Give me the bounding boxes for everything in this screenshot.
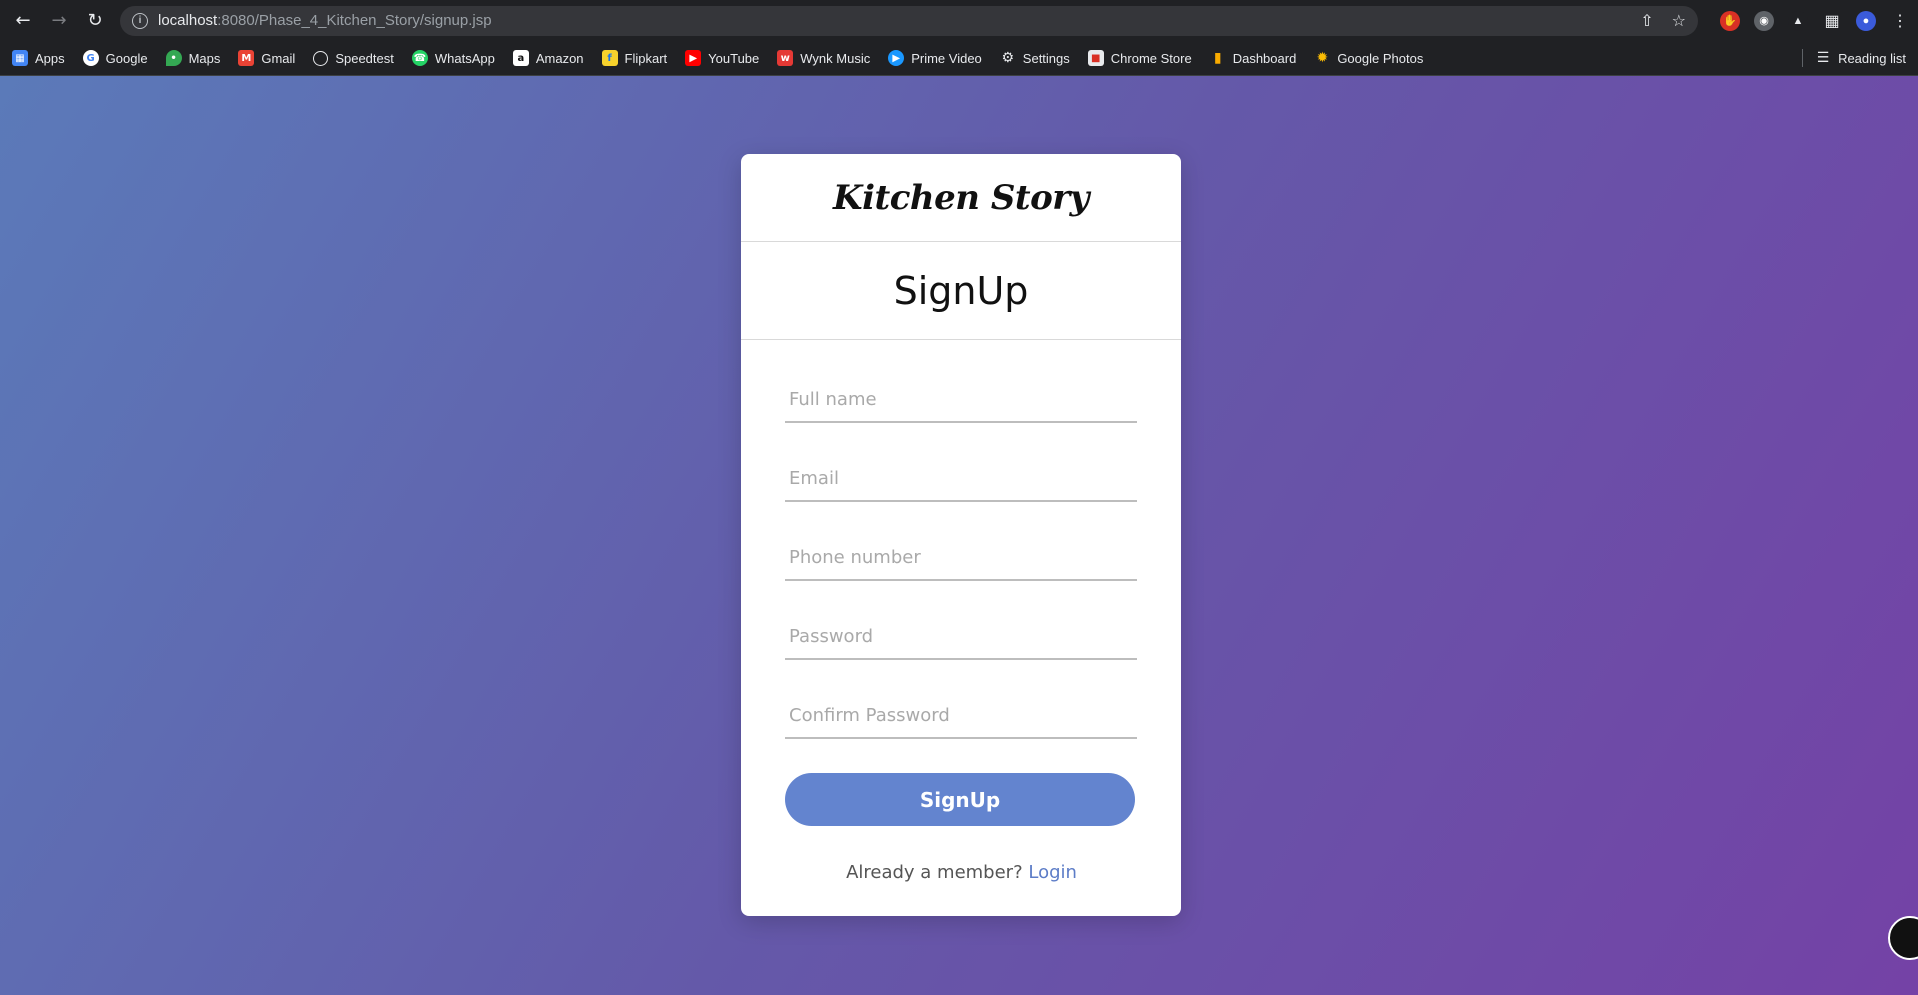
phone-field-wrapper [785,526,1138,605]
signup-button[interactable]: SignUp [785,773,1135,826]
password-field-wrapper [785,605,1138,684]
login-link[interactable]: Login [1028,862,1077,883]
extension-owl-icon[interactable]: ◉ [1754,10,1774,31]
whatsapp-icon: ☎ [411,50,428,66]
address-bar[interactable]: i localhost:8080/Phase_4_Kitchen_Story/s… [120,5,1698,36]
extensions-puzzle-icon[interactable]: ▦ [1822,11,1842,31]
full-name-input[interactable] [785,378,1137,423]
email-input[interactable] [785,457,1137,502]
bookmark-whatsapp[interactable]: ☎ WhatsApp [411,50,495,66]
brand-logo: Kitchen Story [833,177,1089,218]
bookmark-apps[interactable]: ▦ Apps [12,50,65,66]
bookmark-label: Settings [1022,50,1070,66]
phone-number-input[interactable] [785,536,1137,581]
login-prompt-text: Already a member? [846,862,1029,883]
bookmark-label: Google Photos [1337,50,1424,66]
confirm-password-input[interactable] [785,694,1137,739]
bookmark-label: Dashboard [1232,50,1297,66]
bookmarks-divider [1802,49,1804,67]
bookmark-label: Apps [35,50,65,66]
reload-icon[interactable]: ↻ [80,6,110,36]
bookmark-speedtest[interactable]: Speedtest [313,50,394,66]
signup-card: Kitchen Story SignUp SignUp Already a [741,154,1181,916]
bookmark-label: YouTube [708,50,760,66]
bookmarks-bar: ▦ Apps G Google • Maps M Gmail Speedtest ☎ Wh… [0,41,1918,76]
bookmark-prime-video[interactable]: ▶ Prime Video [888,50,982,66]
page-background: Kitchen Story SignUp SignUp Already a [0,76,1918,995]
speedtest-icon [313,50,329,66]
prime-video-icon: ▶ [888,50,905,66]
forward-arrow-icon[interactable]: → [44,6,74,36]
flipkart-icon: f [601,50,618,66]
bookmark-star-icon[interactable]: ☆ [1672,11,1686,30]
bookmark-label: Wynk Music [800,50,871,66]
reading-list-button[interactable]: ☰ Reading list [1815,50,1906,66]
google-photos-icon: ✹ [1316,50,1329,66]
share-icon[interactable]: ⇧ [1640,11,1653,30]
bookmark-google[interactable]: G Google [82,50,148,66]
bookmark-label: Maps [188,50,221,66]
back-arrow-icon[interactable]: ← [8,6,38,36]
page-title: SignUp [893,268,1029,313]
bookmark-settings[interactable]: ⚙ Settings [1000,50,1070,66]
site-info-icon[interactable]: i [132,12,148,29]
menu-kebab-icon[interactable]: ⋮ [1890,11,1910,31]
bookmark-label: Prime Video [911,50,982,66]
bookmark-label: Chrome Store [1110,50,1192,66]
title-header: SignUp [741,242,1181,340]
browser-toolbar: ← → ↻ i localhost:8080/Phase_4_Kitchen_S… [0,0,1918,41]
bookmark-amazon[interactable]: a Amazon [512,50,584,66]
floating-action-button[interactable] [1888,916,1918,960]
dashboard-icon: ▮ [1213,50,1222,66]
brand-header: Kitchen Story [741,154,1181,242]
full-name-field-wrapper [785,368,1138,447]
gmail-icon: M [238,50,255,66]
amazon-icon: a [512,50,529,66]
url-host: localhost [158,12,218,29]
bookmark-label: Speedtest [335,50,394,66]
bookmark-label: Google [105,50,148,66]
profile-avatar[interactable]: ● [1856,10,1876,31]
bookmark-gmail[interactable]: M Gmail [238,50,295,66]
extension-adblock-icon[interactable]: ✋ [1720,10,1740,31]
maps-icon: • [165,50,182,66]
bookmark-youtube[interactable]: ▶ YouTube [685,50,759,66]
gear-icon: ⚙ [1001,50,1015,66]
youtube-icon: ▶ [685,50,702,66]
url-text[interactable]: localhost:8080/Phase_4_Kitchen_Story/sig… [158,12,1622,29]
bookmark-label: WhatsApp [434,50,495,66]
apps-grid-icon: ▦ [12,50,28,66]
chrome-store-icon: ■ [1087,50,1104,66]
reading-list-icon: ☰ [1816,50,1830,66]
bookmark-label: Flipkart [624,50,668,66]
bookmark-google-photos[interactable]: ✹ Google Photos [1314,50,1423,66]
password-input[interactable] [785,615,1137,660]
bookmark-maps[interactable]: • Maps [165,50,221,66]
extension-hat-icon[interactable]: ▲ [1788,10,1808,31]
url-path: :8080/Phase_4_Kitchen_Story/signup.jsp [217,12,492,29]
bookmark-dashboard[interactable]: ▮ Dashboard [1210,50,1297,66]
bookmark-chrome-store[interactable]: ■ Chrome Store [1087,50,1192,66]
email-field-wrapper [785,447,1138,526]
bookmark-label: Amazon [535,50,584,66]
bookmark-label: Gmail [261,50,296,66]
google-icon: G [82,50,99,66]
confirm-password-field-wrapper [785,684,1138,763]
signup-form: SignUp Already a member? Login [741,340,1181,883]
bookmark-wynk-music[interactable]: w Wynk Music [777,50,870,66]
wynk-music-icon: w [777,50,794,66]
reading-list-label: Reading list [1838,50,1906,66]
login-prompt: Already a member? Login [785,862,1138,883]
bookmark-flipkart[interactable]: f Flipkart [601,50,668,66]
